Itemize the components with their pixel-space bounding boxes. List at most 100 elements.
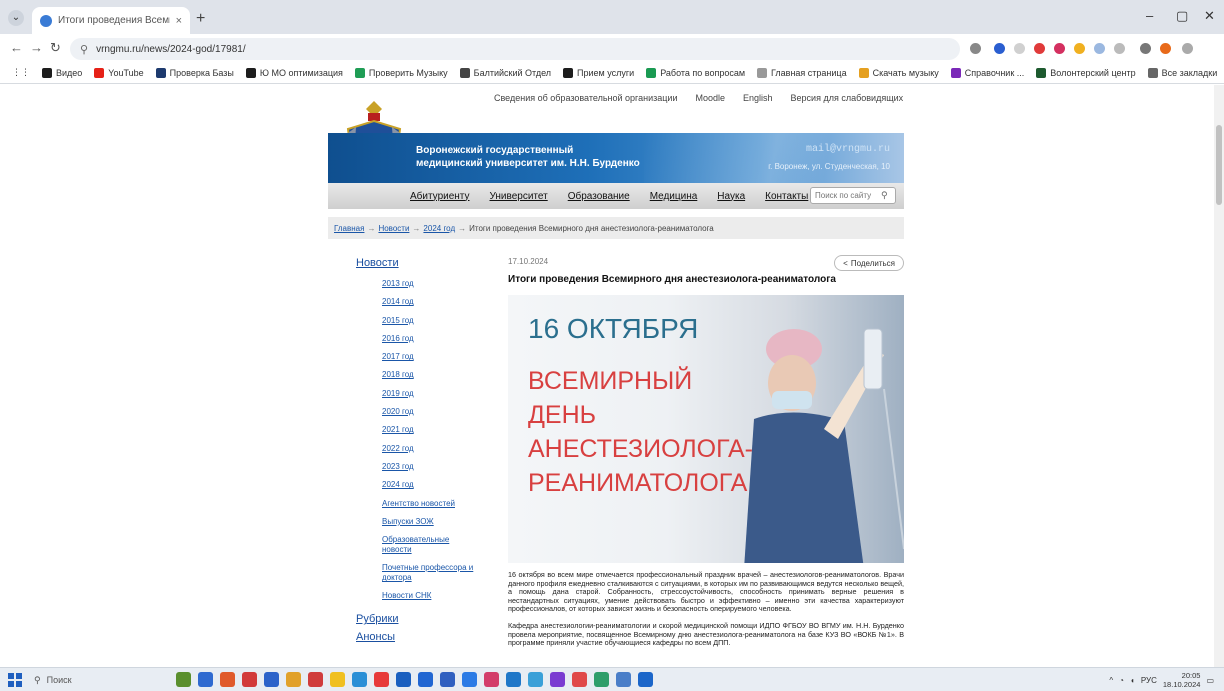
windows-start-icon[interactable] <box>8 673 22 687</box>
scrollbar-thumb[interactable] <box>1216 125 1222 205</box>
site-info-icon[interactable]: ⚲ <box>80 43 88 56</box>
taskbar-app-icon[interactable] <box>264 672 279 687</box>
bookmark-item[interactable]: Скачать музыку <box>855 67 943 78</box>
bookmark-item[interactable]: Ю МО оптимизация <box>242 67 347 78</box>
notifications-icon[interactable]: ▭ <box>1206 676 1214 685</box>
extension-icon[interactable] <box>1054 43 1065 54</box>
taskbar-app-icon[interactable] <box>594 672 609 687</box>
reload-icon[interactable]: ↻ <box>50 40 61 56</box>
maximize-button[interactable]: ▢ <box>1176 8 1188 24</box>
sidebar-rubrics-link[interactable]: Рубрики <box>356 613 476 625</box>
taskbar-app-icon[interactable] <box>396 672 411 687</box>
bookmark-item[interactable]: Волонтерский центр <box>1032 67 1139 78</box>
menu-icon[interactable] <box>1182 43 1193 54</box>
site-address[interactable]: г. Воронеж, ул. Студенческая, 10 <box>768 162 890 171</box>
extension-icon[interactable] <box>1094 43 1105 54</box>
sidebar-year-link[interactable]: 2023 год <box>382 458 476 476</box>
apps-grid-icon[interactable]: ⋮⋮ <box>8 67 34 78</box>
sidebar-year-link[interactable]: 2017 год <box>382 348 476 366</box>
sidebar-year-link[interactable]: 2018 год <box>382 366 476 384</box>
tab-search-icon[interactable]: ⌄ <box>8 10 24 26</box>
extension-icon[interactable] <box>994 43 1005 54</box>
sidebar-year-link[interactable]: 2024 год <box>382 476 476 494</box>
volume-icon[interactable]: ◖ <box>1130 676 1135 685</box>
sidebar-year-link[interactable]: 2019 год <box>382 385 476 403</box>
nav-link[interactable]: Абитуриенту <box>410 191 470 202</box>
sidebar-year-link[interactable]: 2022 год <box>382 440 476 458</box>
extensions-puzzle-icon[interactable] <box>1114 43 1125 54</box>
breadcrumb-link[interactable]: Новости <box>378 224 409 233</box>
taskbar-app-icon[interactable] <box>506 672 521 687</box>
network-icon[interactable]: ◔ <box>1119 676 1124 685</box>
taskbar-app-icon[interactable] <box>572 672 587 687</box>
site-email[interactable]: mail@vrngmu.ru <box>806 144 890 155</box>
share-button[interactable]: < Поделиться <box>834 255 904 271</box>
extension-icon[interactable] <box>1034 43 1045 54</box>
active-tab[interactable]: Итоги проведения Всемирного × <box>32 7 190 34</box>
extension-icon[interactable] <box>1014 43 1025 54</box>
page-scrollbar[interactable] <box>1214 85 1224 667</box>
sidebar-extra-link[interactable]: Почетные профессора и доктора <box>382 559 476 587</box>
taskbar-app-icon[interactable] <box>638 672 653 687</box>
sidebar-year-link[interactable]: 2015 год <box>382 312 476 330</box>
taskbar-search[interactable]: ⚲ Поиск <box>34 671 164 689</box>
taskbar-app-icon[interactable] <box>176 672 191 687</box>
close-window-button[interactable]: ✕ <box>1204 8 1215 24</box>
taskbar-app-icon[interactable] <box>484 672 499 687</box>
sidebar-year-link[interactable]: 2020 год <box>382 403 476 421</box>
taskbar-app-icon[interactable] <box>352 672 367 687</box>
bookmark-item[interactable]: Проверить Музыку <box>351 67 452 78</box>
breadcrumb-link[interactable]: 2024 год <box>423 224 455 233</box>
sidebar-year-link[interactable]: 2021 год <box>382 421 476 439</box>
tab-close-icon[interactable]: × <box>176 15 182 27</box>
site-search-input[interactable] <box>815 191 881 200</box>
nav-link[interactable]: Контакты <box>765 191 808 202</box>
sidebar-year-link[interactable]: 2013 год <box>382 275 476 293</box>
top-link[interactable]: Сведения об образовательной организации <box>494 93 677 103</box>
bookmark-item[interactable]: Работа по вопросам <box>642 67 749 78</box>
nav-link[interactable]: Медицина <box>650 191 698 202</box>
site-search-box[interactable]: ⚲ <box>810 187 896 204</box>
top-link[interactable]: Moodle <box>695 93 725 103</box>
sidebar-announcements-link[interactable]: Анонсы <box>356 631 476 643</box>
bookmark-item[interactable]: Главная страница <box>753 67 851 78</box>
extension-icon[interactable] <box>1074 43 1085 54</box>
language-indicator[interactable]: РУС <box>1141 676 1157 685</box>
bookmark-item[interactable]: Проверка Базы <box>152 67 238 78</box>
omnibox[interactable]: ⚲ <box>70 38 960 60</box>
bookmark-item[interactable]: Балтийский Отдел <box>456 67 555 78</box>
sidebar-extra-link[interactable]: Агентство новостей <box>382 495 476 513</box>
nav-link[interactable]: Университет <box>490 191 548 202</box>
bookmark-item[interactable]: Прием услуги <box>559 67 638 78</box>
search-icon[interactable]: ⚲ <box>881 190 888 201</box>
taskbar-app-icon[interactable] <box>198 672 213 687</box>
taskbar-app-icon[interactable] <box>550 672 565 687</box>
top-link[interactable]: Версия для слабовидящих <box>791 93 904 103</box>
taskbar-app-icon[interactable] <box>330 672 345 687</box>
sidebar-news-link[interactable]: Новости <box>356 257 476 269</box>
bookmark-item[interactable]: Видео <box>38 67 86 78</box>
forward-arrow-icon[interactable]: → <box>30 40 43 55</box>
taskbar-app-icon[interactable] <box>440 672 455 687</box>
nav-link[interactable]: Наука <box>717 191 745 202</box>
bookmark-star-icon[interactable] <box>970 43 981 54</box>
nav-link[interactable]: Образование <box>568 191 630 202</box>
bookmark-item[interactable]: Справочник ... <box>947 67 1029 78</box>
taskbar-app-icon[interactable] <box>308 672 323 687</box>
tray-chevron-icon[interactable]: ^ <box>1109 676 1113 685</box>
sidebar-extra-link[interactable]: Новости СНК <box>382 587 476 605</box>
taskbar-app-icon[interactable] <box>616 672 631 687</box>
minimize-button[interactable]: – <box>1146 8 1153 23</box>
taskbar-app-icon[interactable] <box>462 672 477 687</box>
sidebar-year-link[interactable]: 2014 год <box>382 293 476 311</box>
taskbar-app-icon[interactable] <box>220 672 235 687</box>
sidebar-extra-link[interactable]: Выпуски ЗОЖ <box>382 513 476 531</box>
taskbar-app-icon[interactable] <box>418 672 433 687</box>
back-arrow-icon[interactable]: ← <box>10 40 23 55</box>
bookmark-item[interactable]: Все закладки <box>1144 67 1222 78</box>
taskbar-app-icon[interactable] <box>242 672 257 687</box>
url-input[interactable] <box>96 43 497 55</box>
taskbar-app-icon[interactable] <box>374 672 389 687</box>
profile-avatar[interactable] <box>1160 43 1171 54</box>
sidebar-year-link[interactable]: 2016 год <box>382 330 476 348</box>
